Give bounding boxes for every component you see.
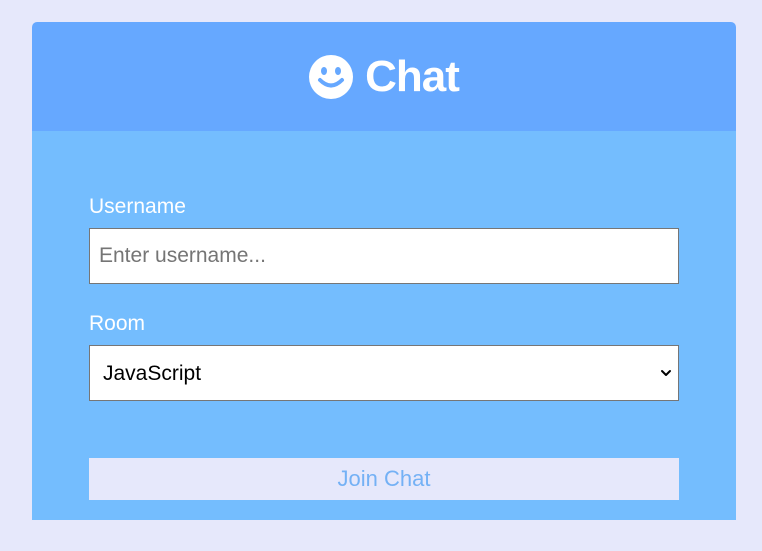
username-placeholder: Enter username... — [99, 244, 266, 267]
chevron-down-icon — [661, 370, 671, 376]
join-chat-button[interactable]: Join Chat — [89, 458, 679, 500]
username-input[interactable]: Enter username... — [89, 228, 679, 284]
page-title: Chat — [365, 51, 460, 101]
card-header: Chat — [32, 22, 736, 131]
join-card: Chat Username Enter username... Room Jav… — [32, 22, 736, 520]
room-select[interactable]: JavaScript — [89, 345, 679, 401]
join-form: Username Enter username... Room JavaScri… — [32, 131, 736, 520]
room-label: Room — [89, 312, 146, 335]
username-label: Username — [89, 195, 186, 218]
room-select-value: JavaScript — [103, 362, 202, 385]
smile-icon — [309, 54, 354, 99]
